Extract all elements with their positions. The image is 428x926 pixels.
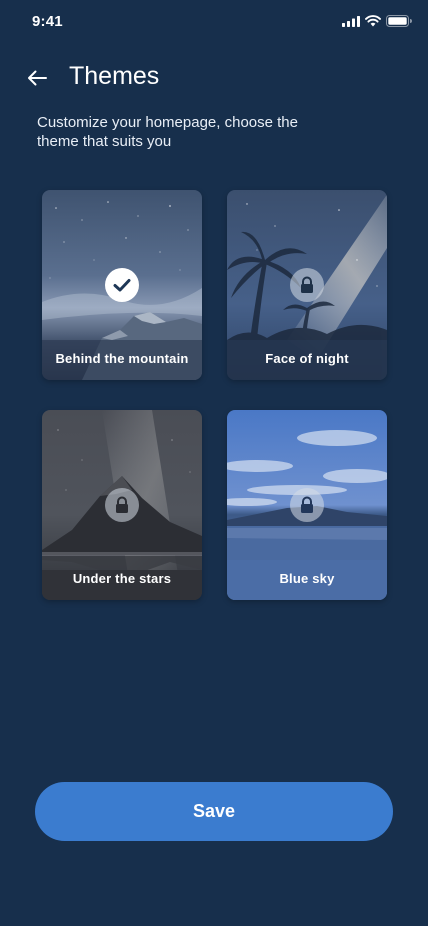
theme-card-under-the-stars[interactable]: Under the stars <box>42 410 202 600</box>
theme-card-face-of-night[interactable]: Face of night <box>227 190 387 380</box>
cellular-signal-icon <box>342 15 360 27</box>
battery-icon <box>386 15 412 27</box>
theme-label: Behind the mountain <box>55 351 189 366</box>
back-arrow-icon <box>28 70 47 86</box>
locked-badge <box>290 488 324 522</box>
wifi-icon <box>365 15 381 27</box>
lock-icon <box>301 276 313 293</box>
selected-badge <box>105 268 139 302</box>
lock-icon <box>116 496 128 513</box>
save-button[interactable]: Save <box>35 782 393 841</box>
theme-card-behind-the-mountain[interactable]: Behind the mountain <box>42 190 202 380</box>
theme-label: Under the stars <box>72 571 172 586</box>
locked-badge <box>105 488 139 522</box>
back-button[interactable] <box>24 64 50 92</box>
page-title: Themes <box>69 62 160 90</box>
status-icons <box>342 15 412 27</box>
locked-badge <box>290 268 324 302</box>
lock-icon <box>301 496 313 513</box>
theme-label: Face of night <box>265 351 349 366</box>
status-time: 9:41 <box>32 13 63 30</box>
page-subtitle: Customize your homepage, choose the them… <box>37 114 298 150</box>
header: Themes <box>0 60 428 96</box>
theme-label: Blue sky <box>279 571 335 586</box>
theme-card-blue-sky[interactable]: Blue sky <box>227 410 387 600</box>
check-icon <box>113 279 131 292</box>
status-bar: 9:41 <box>0 0 428 44</box>
